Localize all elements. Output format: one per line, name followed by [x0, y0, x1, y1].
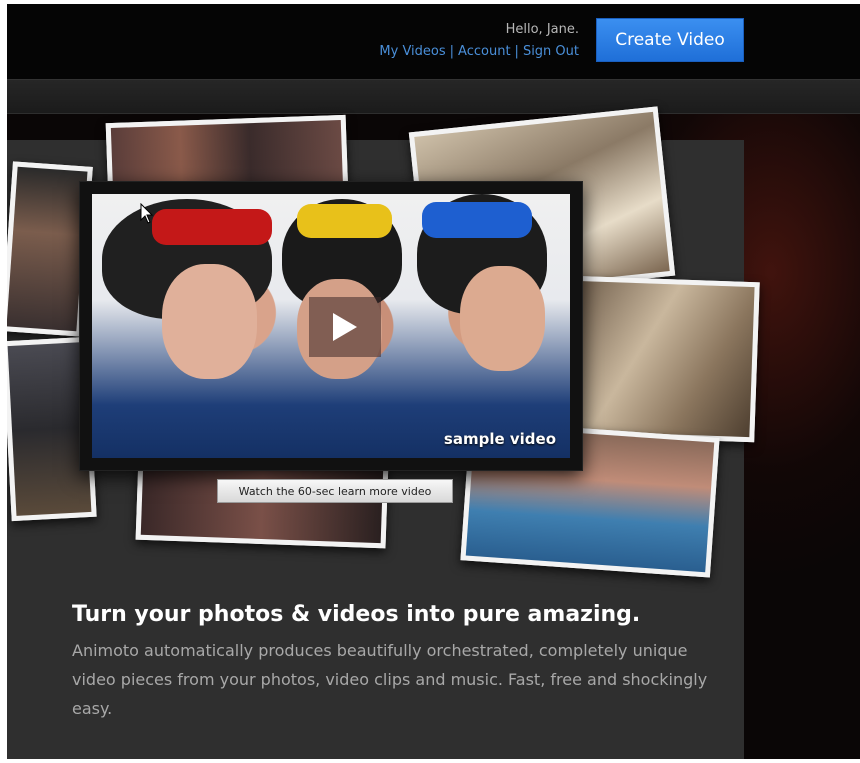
user-greeting: Hello, Jane.: [505, 22, 579, 37]
sample-video-label: sample video: [443, 430, 556, 448]
nav-bar: [7, 79, 860, 114]
face-shape: [162, 264, 257, 379]
account-link[interactable]: Account: [458, 44, 511, 59]
goggles-shape: [422, 202, 532, 238]
video-player[interactable]: sample video: [79, 181, 583, 471]
play-button[interactable]: [309, 297, 381, 357]
goggles-shape: [152, 209, 272, 245]
create-video-button[interactable]: Create Video: [596, 18, 744, 62]
play-icon: [333, 313, 357, 341]
mouse-cursor-icon: [140, 203, 154, 224]
my-videos-link[interactable]: My Videos: [379, 44, 445, 59]
top-bar: Hello, Jane. My Videos | Account | Sign Out …: [7, 4, 860, 79]
hero-headline: Turn your photos & videos into pure amaz…: [72, 602, 641, 627]
page-frame: Hello, Jane. My Videos | Account | Sign Out …: [7, 4, 860, 759]
link-separator: |: [449, 44, 455, 59]
account-links: My Videos | Account | Sign Out: [379, 44, 579, 59]
face-shape: [460, 266, 545, 371]
goggles-shape: [297, 204, 392, 238]
sign-out-link[interactable]: Sign Out: [523, 44, 579, 59]
learn-more-video-button[interactable]: Watch the 60-sec learn more video: [217, 479, 453, 503]
hero-description: Animoto automatically produces beautiful…: [72, 641, 708, 718]
video-thumbnail: sample video: [92, 194, 570, 458]
link-separator: |: [514, 44, 519, 59]
collage-photo: [564, 275, 760, 443]
